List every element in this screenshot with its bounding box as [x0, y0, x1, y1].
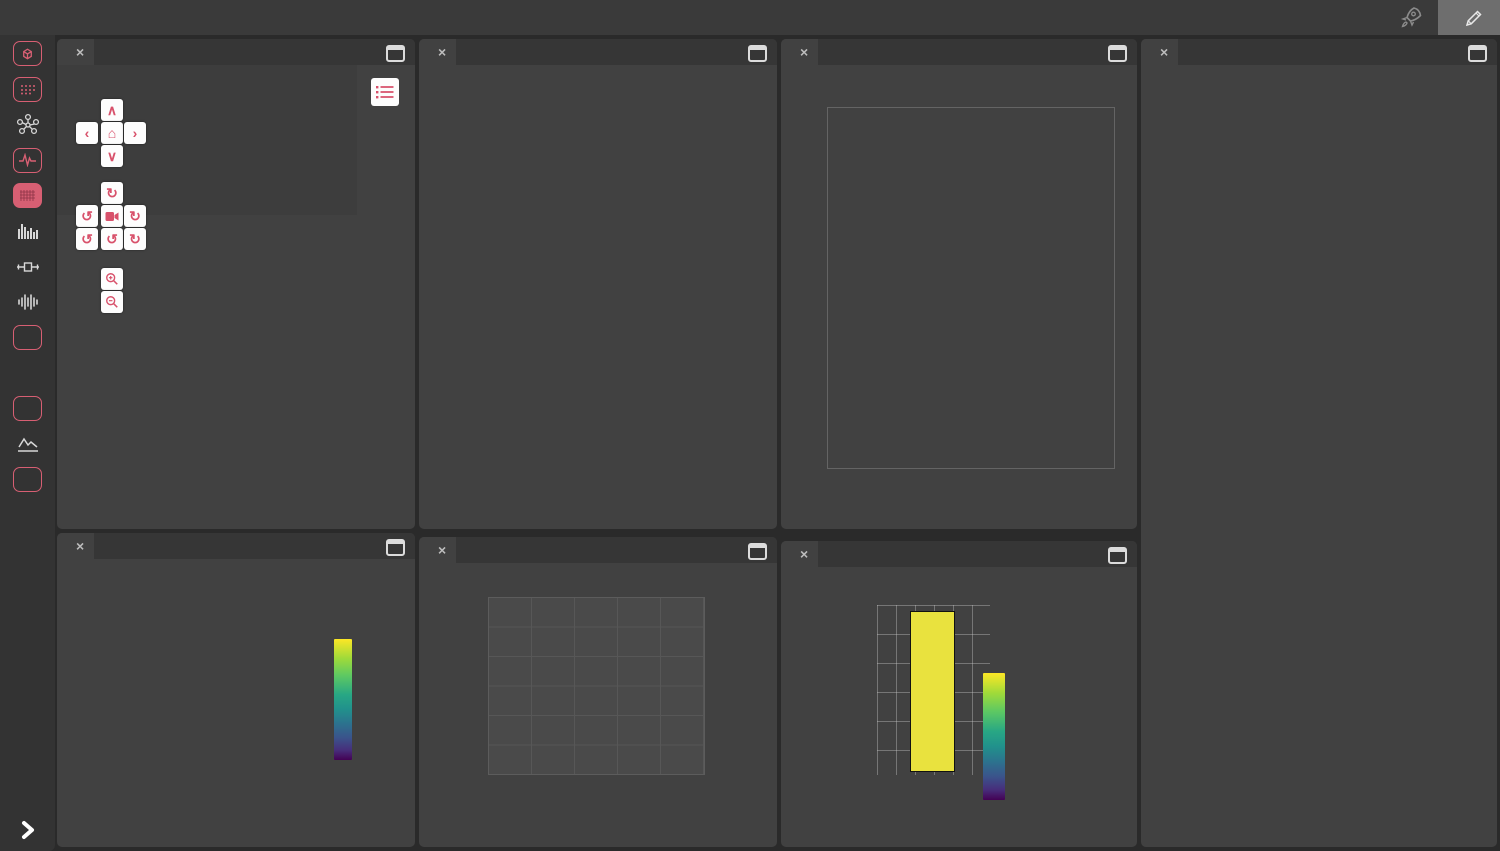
panel-lfp-time-series: × [781, 39, 1137, 529]
tab-rxd-concentration[interactable]: × [781, 541, 819, 567]
netpyne-app: × ∧ ‹ ⌂ › ∨ ↻ ↺ ↻ ↺ ↺ ↻ × × × × × × [0, 0, 1500, 851]
tab-connections-plot[interactable]: × [57, 533, 95, 559]
sidebar-line-chart-icon[interactable] [11, 427, 45, 461]
sidebar [0, 35, 55, 851]
sidebar-histogram-icon[interactable] [11, 214, 45, 248]
panel-lfp-spectrogram: × [1141, 39, 1497, 847]
colorbar [334, 639, 352, 760]
camera-button[interactable] [101, 205, 123, 227]
zoom-in-button[interactable] [101, 268, 123, 290]
home-button[interactable]: ⌂ [101, 122, 123, 144]
pan-left-button[interactable]: ‹ [76, 122, 98, 144]
rxd-plot-area[interactable] [877, 605, 990, 775]
close-icon[interactable]: × [76, 45, 84, 59]
close-icon[interactable]: × [438, 45, 446, 59]
panel-rxd: × [781, 541, 1137, 847]
minimize-icon[interactable] [386, 45, 405, 62]
panel-3d-representation: × ∧ ‹ ⌂ › ∨ ↻ ↺ ↻ ↺ ↺ ↻ [57, 39, 415, 529]
sidebar-connections-grid-icon[interactable] [11, 72, 45, 106]
sidebar-lfp-spectrogram-icon[interactable] [11, 392, 45, 426]
sidebar-raster-icon[interactable] [11, 179, 45, 213]
tab-lfp-spectrogram[interactable]: × [1141, 39, 1179, 65]
sidebar-3d-representation-icon[interactable] [11, 37, 45, 71]
close-icon[interactable]: × [76, 539, 84, 553]
sidebar-network-icon[interactable] [11, 108, 45, 142]
rocket-icon[interactable] [1398, 5, 1424, 31]
tab-lfp-time-series[interactable]: × [781, 39, 819, 65]
roll-left-button[interactable]: ↺ [76, 228, 98, 250]
minimize-icon[interactable] [1108, 547, 1127, 564]
minimize-icon[interactable] [748, 543, 767, 560]
connection-matrix[interactable] [125, 625, 324, 762]
close-icon[interactable]: × [1160, 45, 1168, 59]
colorbar [983, 673, 1005, 800]
sidebar-expand-icon[interactable] [14, 817, 40, 843]
sidebar-sound-wave-icon[interactable] [11, 285, 45, 319]
sidebar-code-icon[interactable] [11, 498, 45, 532]
rotate-right-button[interactable]: ↻ [124, 205, 146, 227]
concentration-heatmap [910, 611, 955, 772]
pan-up-button[interactable]: ∧ [101, 99, 123, 121]
minimize-icon[interactable] [1468, 45, 1487, 62]
minimize-icon[interactable] [748, 45, 767, 62]
close-icon[interactable]: × [800, 45, 808, 59]
raster-plot-area[interactable] [488, 597, 705, 775]
rotate-up-button[interactable]: ↻ [101, 182, 123, 204]
sidebar-granger-icon[interactable] [11, 250, 45, 284]
minimize-icon[interactable] [1108, 45, 1127, 62]
edit-pencil-icon [1465, 9, 1482, 26]
reset-rotation-button[interactable]: ↺ [101, 228, 123, 250]
pan-down-button[interactable]: ∨ [101, 145, 123, 167]
tab-cell-traces[interactable]: × [419, 39, 457, 65]
panel-raster: × [419, 537, 777, 847]
panel-connections: × [57, 533, 415, 847]
roll-right-button[interactable]: ↻ [124, 228, 146, 250]
sidebar-lfp-timeseries-icon[interactable] [11, 321, 45, 355]
sidebar-lfp-psd-icon[interactable] [11, 356, 45, 390]
pan-right-button[interactable]: › [124, 122, 146, 144]
close-icon[interactable]: × [800, 547, 808, 561]
rotate-left-button[interactable]: ↺ [76, 205, 98, 227]
sidebar-cell-traces-icon[interactable] [11, 143, 45, 177]
lfp-plot-area[interactable] [827, 107, 1115, 469]
panel-cell-traces: × [419, 39, 777, 529]
zoom-out-button[interactable] [101, 291, 123, 313]
close-icon[interactable]: × [438, 543, 446, 557]
legend-list-button[interactable] [371, 78, 399, 106]
sidebar-rxd-icon[interactable] [11, 463, 45, 497]
menu-bar [0, 0, 1500, 35]
tab-raster-plot[interactable]: × [419, 537, 457, 563]
minimize-icon[interactable] [386, 539, 405, 556]
tab-3d-representation[interactable]: × [57, 39, 95, 65]
back-to-edit-button[interactable] [1438, 0, 1500, 35]
